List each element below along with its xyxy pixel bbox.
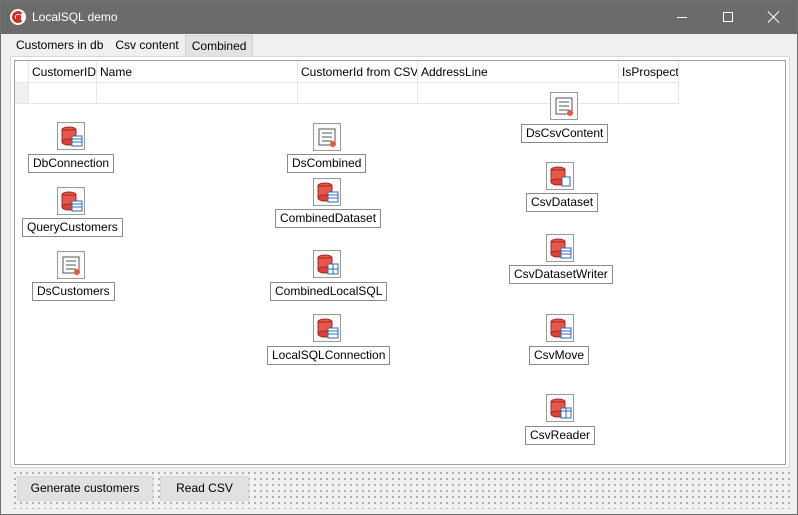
column-header-customerid-csv[interactable]: CustomerId from CSV: [298, 62, 418, 83]
tab-customers-in-db[interactable]: Customers in db: [10, 35, 109, 56]
grid-cell[interactable]: [418, 83, 619, 104]
datasource-icon: [57, 251, 85, 279]
tab-csv-content[interactable]: Csv content: [109, 35, 184, 56]
button-bar: Generate customers Read CSV: [10, 468, 790, 509]
table-row[interactable]: [15, 83, 679, 104]
close-button[interactable]: [751, 1, 797, 34]
column-header-name[interactable]: Name: [97, 62, 298, 83]
grid-cell[interactable]: [298, 83, 418, 104]
database-read-icon: [546, 394, 574, 422]
app-logo-icon: [10, 9, 26, 25]
column-header-isprospect[interactable]: IsProspect: [619, 62, 679, 83]
row-indicator[interactable]: [15, 83, 29, 104]
database-table-icon: [313, 314, 341, 342]
column-header-customerid[interactable]: CustomerID: [29, 62, 97, 83]
minimize-icon: [677, 17, 687, 18]
data-grid[interactable]: CustomerID Name CustomerId from CSV Addr…: [15, 62, 679, 104]
component-label: DbConnection: [28, 154, 115, 173]
component-label: CsvMove: [529, 346, 590, 365]
window-title: LocalSQL demo: [32, 10, 118, 24]
datasource-icon: [313, 123, 341, 151]
form-design-surface: CustomerID Name CustomerId from CSV Addr…: [14, 60, 786, 465]
database-file-icon: [546, 162, 574, 190]
close-icon: [767, 10, 781, 24]
grid-cell[interactable]: [619, 83, 679, 104]
component-label: DsCustomers: [32, 282, 115, 301]
minimize-button[interactable]: [659, 1, 705, 34]
database-icon: [57, 122, 85, 150]
grid-cell[interactable]: [97, 83, 298, 104]
component-label: CombinedDataset: [275, 209, 382, 228]
generate-customers-button[interactable]: Generate customers: [17, 476, 153, 501]
datasource-icon: [550, 92, 578, 120]
main-window: LocalSQL demo Customers in db Csv conten…: [0, 0, 798, 515]
component-label: CsvDatasetWriter: [509, 265, 613, 284]
grid-header-row: CustomerID Name CustomerId from CSV Addr…: [15, 62, 679, 83]
row-indicator: [15, 62, 29, 83]
component-label: CsvReader: [525, 426, 596, 445]
component-label: CombinedLocalSQL: [270, 282, 388, 301]
component-label: DsCombined: [287, 154, 367, 173]
database-table-icon: [57, 187, 85, 215]
tab-strip: Customers in db Csv content Combined: [10, 35, 254, 57]
read-csv-button[interactable]: Read CSV: [160, 476, 249, 501]
component-label: LocalSQLConnection: [267, 346, 391, 365]
tab-combined[interactable]: Combined: [184, 35, 254, 57]
maximize-icon: [723, 12, 733, 22]
maximize-button[interactable]: [705, 1, 751, 34]
column-header-addressline[interactable]: AddressLine: [418, 62, 619, 83]
database-table-icon: [546, 314, 574, 342]
database-write-icon: [546, 234, 574, 262]
database-grid-icon: [313, 250, 341, 278]
grid-cell[interactable]: [29, 83, 97, 104]
tab-panel-combined: CustomerID Name CustomerId from CSV Addr…: [10, 56, 790, 468]
component-label: DsCsvContent: [521, 124, 609, 143]
database-table-icon: [313, 178, 341, 206]
component-label: QueryCustomers: [22, 218, 123, 237]
component-label: CsvDataset: [526, 193, 599, 212]
title-bar[interactable]: LocalSQL demo: [1, 1, 797, 34]
